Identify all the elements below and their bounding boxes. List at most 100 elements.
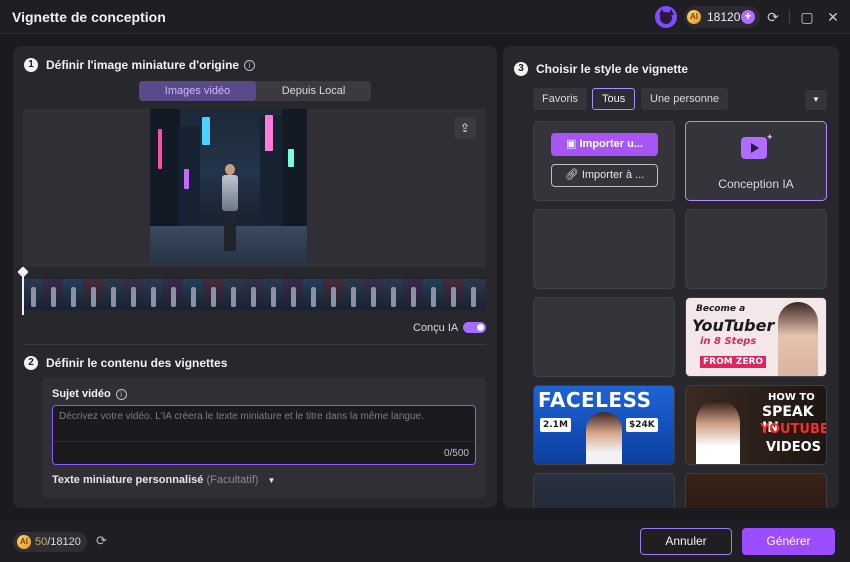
timeline-frame	[183, 279, 203, 309]
timeline-frame	[403, 279, 423, 309]
section1-title: Définir l'image miniature d'origine	[46, 58, 240, 72]
step-number: 1	[24, 58, 38, 72]
subject-label: Sujet vidéo i	[52, 388, 127, 400]
timeline-frame	[23, 279, 43, 309]
timeline-frame	[323, 279, 343, 309]
section3-title: Choisir le style de vignette	[536, 62, 689, 76]
refresh-icon[interactable]: ⟳	[765, 9, 781, 25]
filter-dropdown[interactable]: ▼	[805, 90, 827, 110]
content-box: Sujet vidéo i Décrivez votre vidéo. L'IA …	[42, 377, 486, 498]
template-partial[interactable]	[685, 473, 827, 508]
template-faceless[interactable]: FACELESS 2.1M $24K	[533, 385, 675, 465]
person-photo	[586, 412, 622, 464]
export-icon[interactable]: ⇪	[454, 117, 476, 139]
import-from-button[interactable]: 🔗︎ Importer à ...	[551, 164, 658, 187]
timeline-frame	[63, 279, 83, 309]
timeline-frame	[363, 279, 383, 309]
left-panel: 1 Définir l'image miniature d'origine i …	[13, 46, 497, 508]
timeline-frame	[163, 279, 183, 309]
ai-designed-toggle[interactable]	[463, 322, 486, 333]
titlebar-divider	[789, 10, 790, 24]
template-youtuber[interactable]: Become a YouTuber in 8 Steps FROM ZERO	[685, 297, 827, 377]
maximize-icon[interactable]: ▢	[799, 9, 815, 25]
filter-one-person[interactable]: Une personne	[641, 88, 729, 110]
template-partial[interactable]	[533, 473, 675, 508]
image-icon: ▣	[565, 138, 580, 150]
video-timeline[interactable]	[23, 277, 486, 311]
timeline-frame	[203, 279, 223, 309]
step-number: 2	[24, 356, 38, 370]
import-upload-button[interactable]: ▣ Importer u...	[551, 133, 658, 156]
filter-all[interactable]: Tous	[592, 88, 636, 110]
window-title: Vignette de conception	[12, 9, 166, 25]
timeline-frame	[483, 279, 486, 309]
person-photo	[778, 302, 818, 376]
coin-icon: AI	[17, 535, 31, 549]
coin-icon: AI	[687, 10, 701, 24]
chevron-down-icon: ▼	[267, 476, 276, 485]
tab-video-frames[interactable]: Images vidéo	[139, 81, 256, 101]
ai-video-icon	[741, 137, 767, 159]
right-panel: 3 Choisir le style de vignette Favoris T…	[503, 46, 839, 508]
timeline-frame	[343, 279, 363, 309]
timeline-frame	[463, 279, 483, 309]
credits-pill[interactable]: AI 18120 +	[684, 6, 760, 28]
sparkle-icon: ✦	[766, 132, 774, 142]
timeline-frame	[143, 279, 163, 309]
link-icon: 🔗︎	[564, 169, 582, 181]
timeline-frame	[443, 279, 463, 309]
section1-heading: 1 Définir l'image miniature d'origine i	[24, 58, 256, 72]
template-speak-youtube[interactable]: HOW TO SPEAK IN YOUTUBE VIDEOS	[685, 385, 827, 465]
timeline-frame	[43, 279, 63, 309]
timeline-frame	[303, 279, 323, 309]
ai-design-label: Conception IA	[718, 177, 794, 191]
timeline-frame	[243, 279, 263, 309]
credits-total: /18120	[47, 536, 81, 548]
import-tile: ▣ Importer u... 🔗︎ Importer à ...	[533, 121, 675, 201]
custom-text-dropdown[interactable]: Texte miniature personnalisé (Facultatif…	[52, 474, 275, 486]
avatar[interactable]	[655, 6, 677, 28]
source-tabs: Images vidéo Depuis Local	[139, 81, 371, 101]
timeline-frame	[283, 279, 303, 309]
add-credits-icon[interactable]: +	[741, 10, 755, 24]
chevron-down-icon: ▼	[812, 95, 820, 104]
image-preview: ⇪	[23, 109, 486, 267]
refresh-icon[interactable]: ⟳	[96, 533, 107, 549]
credits-balance: 18120	[707, 10, 741, 24]
timeline-frame	[423, 279, 443, 309]
template-tile-empty[interactable]	[685, 209, 827, 289]
footer: AI 50/18120 ⟳ Annuler Générer	[0, 520, 850, 562]
credits-used: 50	[35, 536, 48, 548]
title-bar: Vignette de conception AI 18120 + ⟳ ▢ ✕	[0, 0, 850, 34]
section-divider	[23, 344, 486, 345]
person-figure	[220, 164, 240, 252]
section2-title: Définir le contenu des vignettes	[46, 356, 228, 370]
filter-favorites[interactable]: Favoris	[533, 88, 588, 110]
info-icon[interactable]: i	[244, 59, 256, 71]
playhead-handle[interactable]	[17, 266, 29, 278]
credits-usage: AI 50/18120	[13, 532, 87, 552]
generate-button[interactable]: Générer	[742, 528, 835, 555]
timeline-frame	[103, 279, 123, 309]
close-icon[interactable]: ✕	[825, 9, 841, 25]
timeline-frame	[223, 279, 243, 309]
info-icon[interactable]: i	[115, 389, 127, 400]
ai-designed-label: Conçu IA	[413, 322, 459, 334]
section3-heading: 3 Choisir le style de vignette	[514, 62, 688, 76]
cancel-button[interactable]: Annuler	[640, 528, 732, 555]
template-tile-empty[interactable]	[533, 209, 675, 289]
timeline-frame	[83, 279, 103, 309]
template-tile-empty[interactable]	[533, 297, 675, 377]
person-photo	[696, 400, 740, 464]
section2-heading: 2 Définir le contenu des vignettes	[24, 356, 227, 370]
timeline-frame	[263, 279, 283, 309]
preview-image	[150, 109, 307, 266]
ai-design-tile[interactable]: ✦ Conception IA	[685, 121, 827, 201]
step-number: 3	[514, 62, 528, 76]
timeline-frame	[123, 279, 143, 309]
char-counter: 0/500	[443, 448, 469, 459]
timeline-frame	[383, 279, 403, 309]
video-subject-input[interactable]: Décrivez votre vidéo. L'IA créera le tex…	[52, 405, 476, 465]
subject-placeholder: Décrivez votre vidéo. L'IA créera le tex…	[59, 411, 424, 422]
tab-from-local[interactable]: Depuis Local	[256, 81, 371, 101]
